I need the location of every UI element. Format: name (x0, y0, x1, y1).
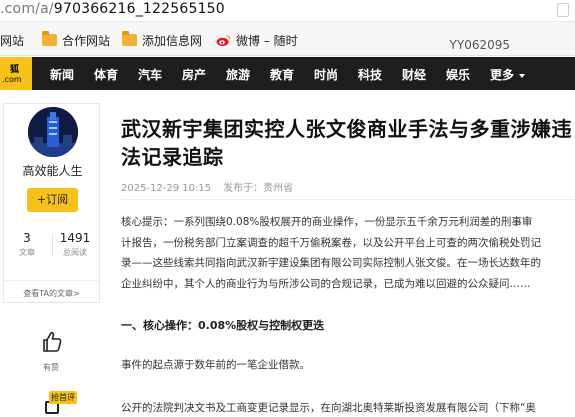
avatar[interactable] (28, 107, 78, 157)
like-label: 有赞 (43, 363, 59, 372)
articles-label: 文章 (19, 248, 35, 257)
reads-stat: 1491 总阅读 (58, 231, 92, 258)
nav-more-label: 更多 (490, 68, 515, 82)
summary-line: 核心提示：一系列围绕0.08%股权展开的商业操作，一份显示五千余万元利润差的刑事… (121, 216, 533, 228)
section-heading: 一、核心操作：0.08%股权与控制权更迭 (121, 319, 325, 332)
publish-date: 2025-12-29 10:15 (121, 183, 212, 194)
nav-item-realestate[interactable]: 房产 (182, 66, 206, 83)
logo-text-top: 狐 (10, 65, 20, 75)
logo-text-bottom: .com (2, 75, 22, 84)
stat-divider (52, 234, 53, 256)
author-name[interactable]: 高效能人生 (4, 162, 101, 179)
site-logo[interactable]: 狐 .com (0, 57, 32, 90)
url-path: 970366216_122565150 (53, 1, 225, 17)
bookmark-add-info[interactable]: 添加信息网 (122, 31, 203, 48)
folder-icon (42, 31, 57, 46)
summary-line: 录——这些线索共同指向武汉新宇建设集团有限公司实际控制人张文俊。在一场长达数年的 (121, 257, 541, 269)
comment-badge[interactable]: 抢首评 (49, 391, 77, 404)
article-paragraph: 事件的起点源于数年前的一笔企业借款。 (121, 359, 310, 371)
author-card: 高效能人生 +订阅 3 文章 1491 总阅读 查看TA的文章> (3, 103, 100, 303)
thumbs-up-icon[interactable] (40, 330, 64, 354)
see-more-articles-link[interactable]: 查看TA的文章> (4, 280, 99, 299)
article-paragraph: 公开的法院判决文书及工商变更记录显示，在向湖北奥特莱斯投资发展有限公司（下称“奥 (121, 402, 536, 414)
site-nav: 狐 .com 新闻 体育 汽车 房产 旅游 教育 时尚 科技 财经 娱乐 更多 (0, 57, 575, 90)
summary-line: 企业纠纷中，其个人的商业行为与所涉公司的合规记录，已成为难以回避的公众疑问…… (121, 277, 531, 290)
nav-item-entertainment[interactable]: 娱乐 (446, 66, 470, 83)
nav-item-travel[interactable]: 旅游 (226, 66, 250, 83)
articles-count: 3 (23, 231, 31, 245)
follow-button[interactable]: +订阅 (27, 188, 78, 212)
bookmarks-bar: 网站 合作网站 添加信息网 微博 – 随时 YY062095 (0, 22, 575, 56)
address-scroll-icon (557, 3, 569, 17)
avatar-image (28, 107, 78, 157)
reads-label: 总阅读 (63, 248, 87, 257)
reads-count: 1491 (59, 231, 91, 245)
nav-item-tech[interactable]: 科技 (358, 66, 382, 83)
article-title: 武汉新宇集团实控人张文俊商业手法与多重涉嫌违法记录追踪 (121, 117, 572, 169)
bookmark-websites[interactable]: 网站 (0, 32, 24, 48)
bookmark-weibo[interactable]: 微博 – 随时 (216, 32, 298, 48)
article-meta: 2025-12-29 10:15 发布于：贵州省 (121, 179, 293, 194)
publish-location: 发布于：贵州省 (223, 183, 294, 194)
articles-stat: 3 文章 (16, 231, 38, 258)
address-bar[interactable]: .com/a/970366216_122565150 (0, 0, 575, 22)
divider (121, 199, 575, 200)
nav-item-auto[interactable]: 汽车 (138, 66, 162, 83)
summary-line: 计报告，一份税务部门立案调查的超千万偷税案卷，以及公开平台上可查的两次偷税处罚记 (121, 236, 541, 249)
nav-item-education[interactable]: 教育 (270, 66, 294, 83)
weibo-icon (216, 34, 231, 46)
bookmark-partner-sites[interactable]: 合作网站 (42, 31, 111, 48)
bookmark-label: 添加信息网 (142, 33, 203, 48)
folder-icon (122, 31, 137, 46)
nav-item-fashion[interactable]: 时尚 (314, 66, 338, 83)
bookmark-label: 合作网站 (62, 33, 111, 48)
nav-item-finance[interactable]: 财经 (402, 66, 426, 83)
url-prefix: .com/a/ (0, 1, 54, 17)
url-text[interactable]: .com/a/970366216_122565150 (0, 1, 225, 17)
nav-item-news[interactable]: 新闻 (50, 66, 74, 83)
nav-item-sports[interactable]: 体育 (94, 66, 118, 83)
bookmark-label: 网站 (0, 33, 25, 48)
bookmark-right-text: YY062095 (449, 38, 510, 52)
article-summary: 核心提示：一系列围绕0.08%股权展开的商业操作，一份显示五千余万元利润差的刑事… (121, 212, 575, 290)
chevron-down-icon (519, 73, 526, 78)
nav-item-more[interactable]: 更多 (490, 66, 526, 83)
bookmark-label: 微博 – 随时 (236, 33, 298, 48)
